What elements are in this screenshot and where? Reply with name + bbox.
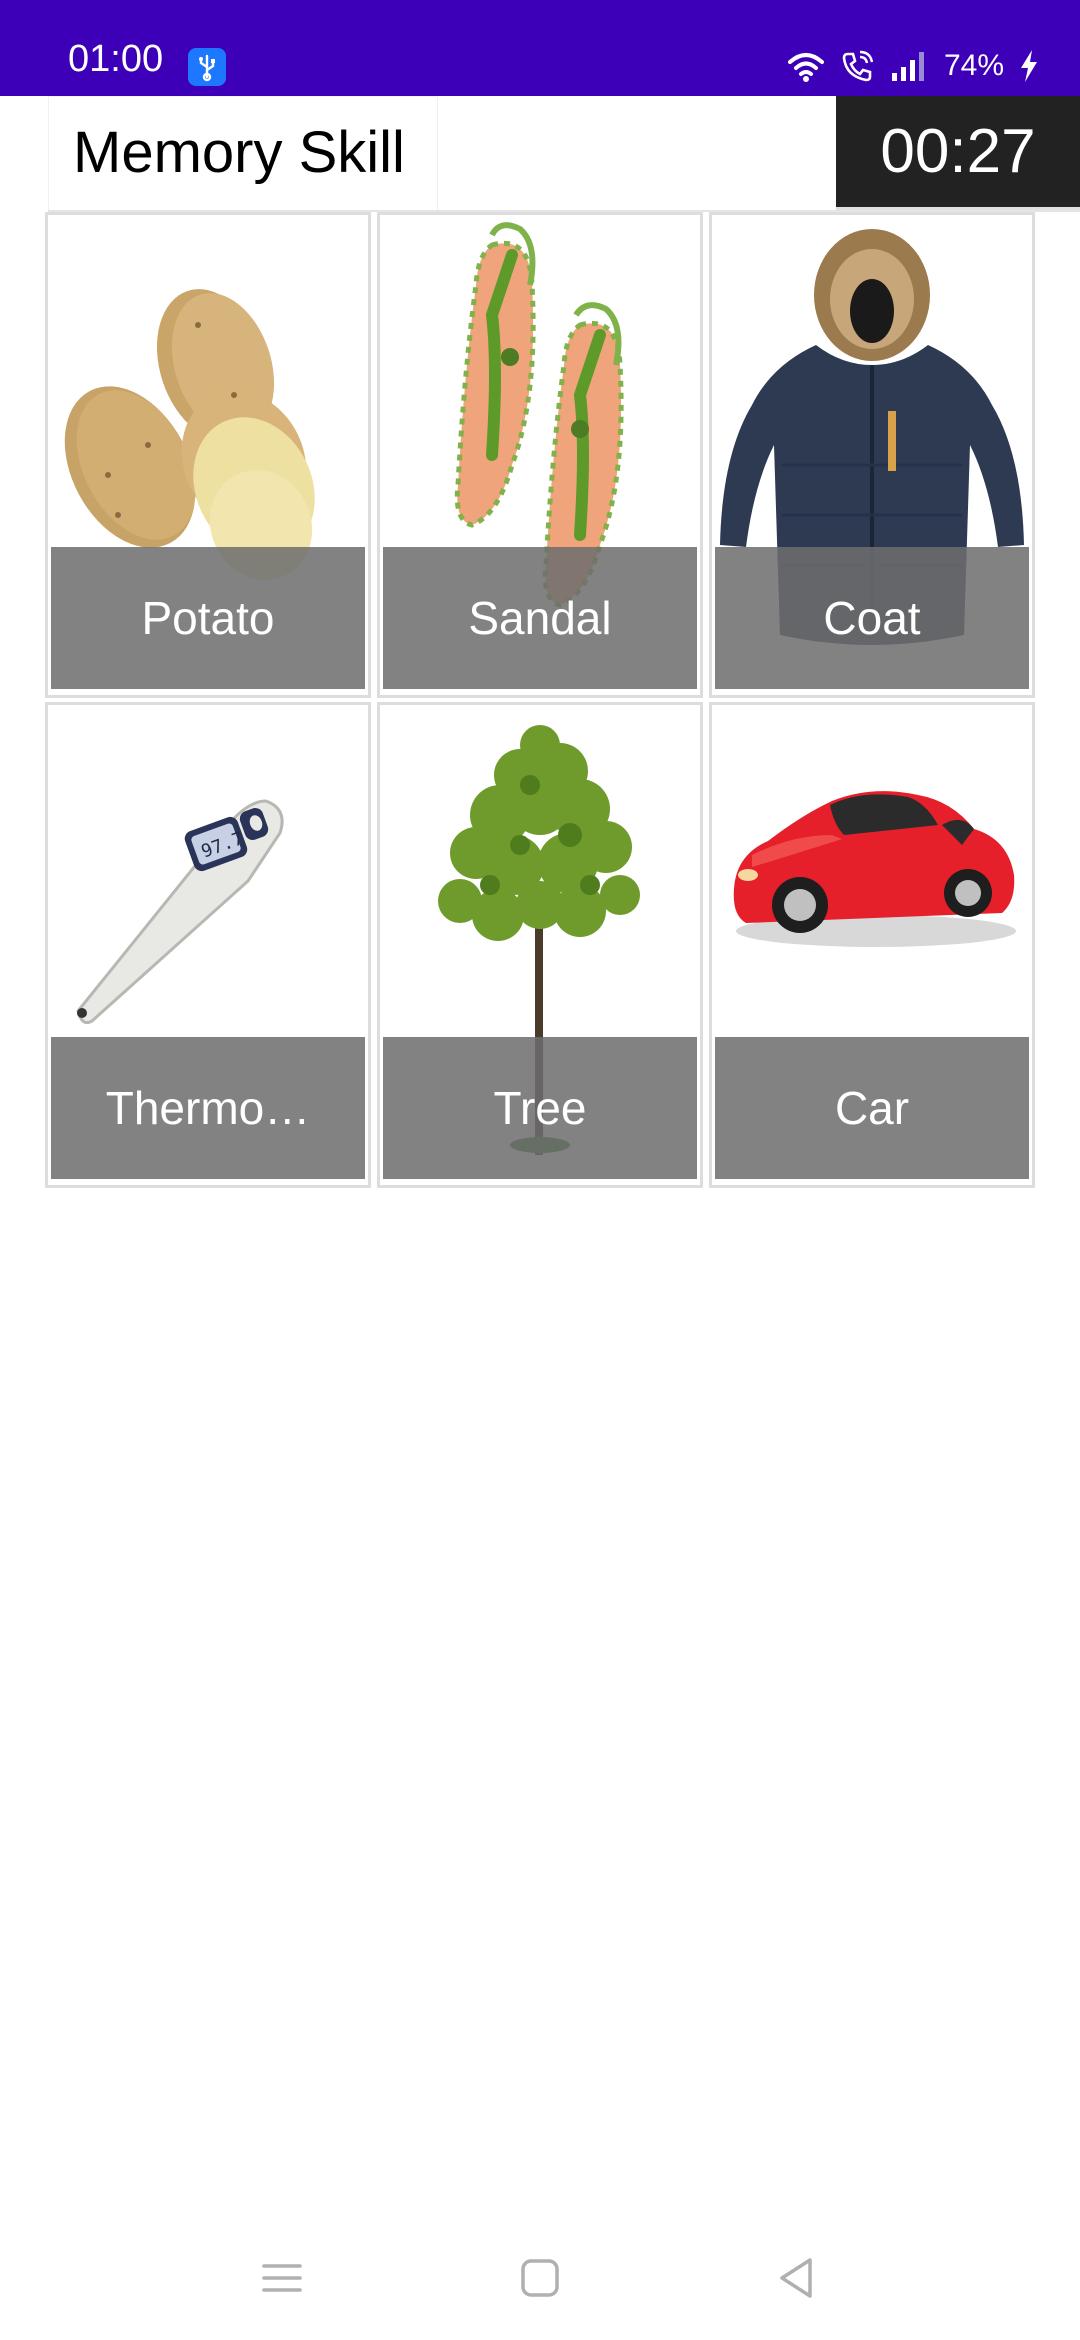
memory-card-coat[interactable]: Coat	[709, 212, 1035, 698]
card-label-band: Potato	[51, 547, 365, 689]
home-icon[interactable]	[510, 2248, 570, 2308]
card-label: Tree	[493, 1082, 587, 1134]
card-label: Thermo…	[105, 1082, 311, 1134]
card-label-band: Car	[715, 1037, 1029, 1179]
card-label-band: Coat	[715, 547, 1029, 689]
title-box: Memory Skill	[48, 96, 438, 210]
menu-icon[interactable]	[252, 2248, 312, 2308]
system-nav-bar	[0, 2230, 1080, 2340]
card-label: Car	[834, 1082, 910, 1134]
status-icons: 74%	[786, 44, 1040, 88]
card-label: Potato	[141, 592, 275, 644]
wifi-icon	[786, 48, 826, 84]
card-label-band: Sandal	[383, 547, 697, 689]
battery-percent: 74%	[943, 49, 1004, 82]
page-title: Memory Skill	[73, 120, 405, 185]
card-label: Sandal	[468, 592, 612, 644]
signal-icon	[890, 49, 930, 83]
card-label-band: Tree	[383, 1037, 697, 1179]
memory-card-tree[interactable]: Tree	[377, 702, 703, 1188]
battery-charging-icon	[1018, 48, 1040, 84]
wifi-calling-icon	[840, 48, 876, 84]
memory-card-potato[interactable]: Potato	[45, 212, 371, 698]
card-label-band: Thermo…	[51, 1037, 365, 1179]
memory-card-thermometer[interactable]: 97.7 Thermo…	[45, 702, 371, 1188]
memory-card-car[interactable]: Car	[709, 702, 1035, 1188]
status-bar: 01:00 74%	[0, 0, 1080, 96]
countdown-timer: 00:27	[836, 96, 1080, 210]
app-header: Memory Skill 00:27	[48, 96, 1080, 212]
memory-card-sandal[interactable]: Sandal	[377, 212, 703, 698]
usb-icon	[188, 48, 226, 86]
card-label: Coat	[823, 592, 921, 644]
status-time: 01:00	[68, 38, 164, 80]
back-icon[interactable]	[766, 2248, 826, 2308]
